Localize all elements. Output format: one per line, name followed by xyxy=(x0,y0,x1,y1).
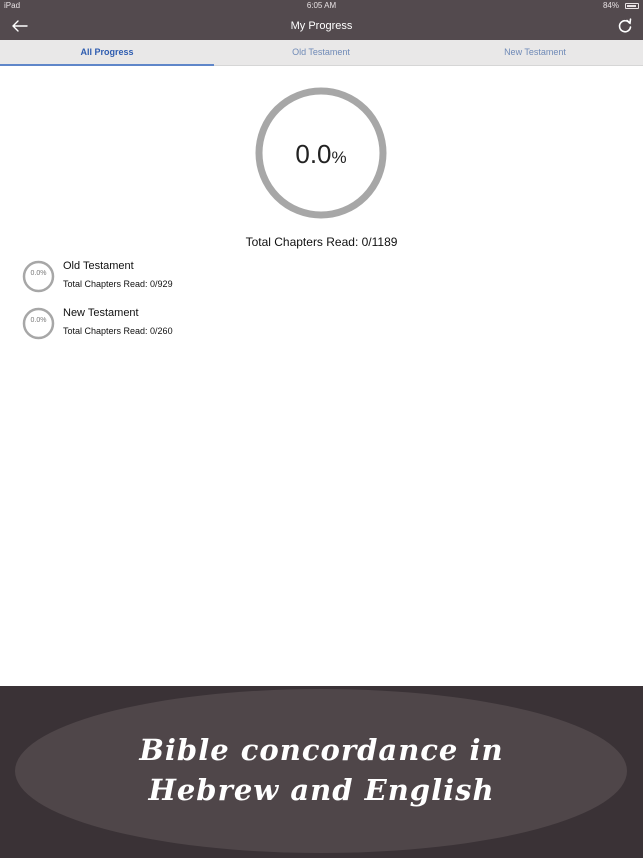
overall-percent-value: 0.0 xyxy=(295,139,332,169)
tab-bar: All Progress Old Testament New Testament xyxy=(0,40,643,66)
banner-headline: Bible concordance in Hebrew and English xyxy=(0,730,643,810)
section-total-chapters: Total Chapters Read: 0/260 xyxy=(63,326,173,336)
section-name: Old Testament xyxy=(63,260,134,272)
status-bar: iPad 6:05 AM 84% xyxy=(0,0,643,12)
refresh-button[interactable] xyxy=(615,16,635,36)
section-percent: 0.0% xyxy=(30,317,47,324)
overall-total-chapters: Total Chapters Read: 0/1189 xyxy=(245,235,398,249)
refresh-icon xyxy=(618,18,632,33)
tab-all-progress[interactable]: All Progress xyxy=(0,40,214,66)
overall-percent-symbol: % xyxy=(331,148,347,167)
status-battery-text: 84% xyxy=(602,1,619,10)
promo-banner: Bible concordance in Hebrew and English xyxy=(0,686,643,858)
page-title: My Progress xyxy=(290,20,353,32)
banner-line-1: Bible concordance in xyxy=(139,733,504,767)
section-total-chapters: Total Chapters Read: 0/929 xyxy=(63,279,173,289)
banner-line-2: Hebrew and English xyxy=(148,773,495,807)
nav-bar: iPad 6:05 AM 84% My Progress xyxy=(0,0,643,40)
section-name: New Testament xyxy=(63,307,139,319)
section-percent: 0.0% xyxy=(30,270,47,277)
overall-percent: 0.0% xyxy=(254,139,388,170)
section-row-new-testament[interactable]: 0.0% New Testament Total Chapters Read: … xyxy=(22,307,442,343)
tab-old-testament[interactable]: Old Testament xyxy=(214,40,428,66)
tab-new-testament[interactable]: New Testament xyxy=(428,40,642,66)
battery-icon xyxy=(625,3,639,9)
status-time: 6:05 AM xyxy=(306,1,337,10)
section-row-old-testament[interactable]: 0.0% Old Testament Total Chapters Read: … xyxy=(22,260,442,296)
